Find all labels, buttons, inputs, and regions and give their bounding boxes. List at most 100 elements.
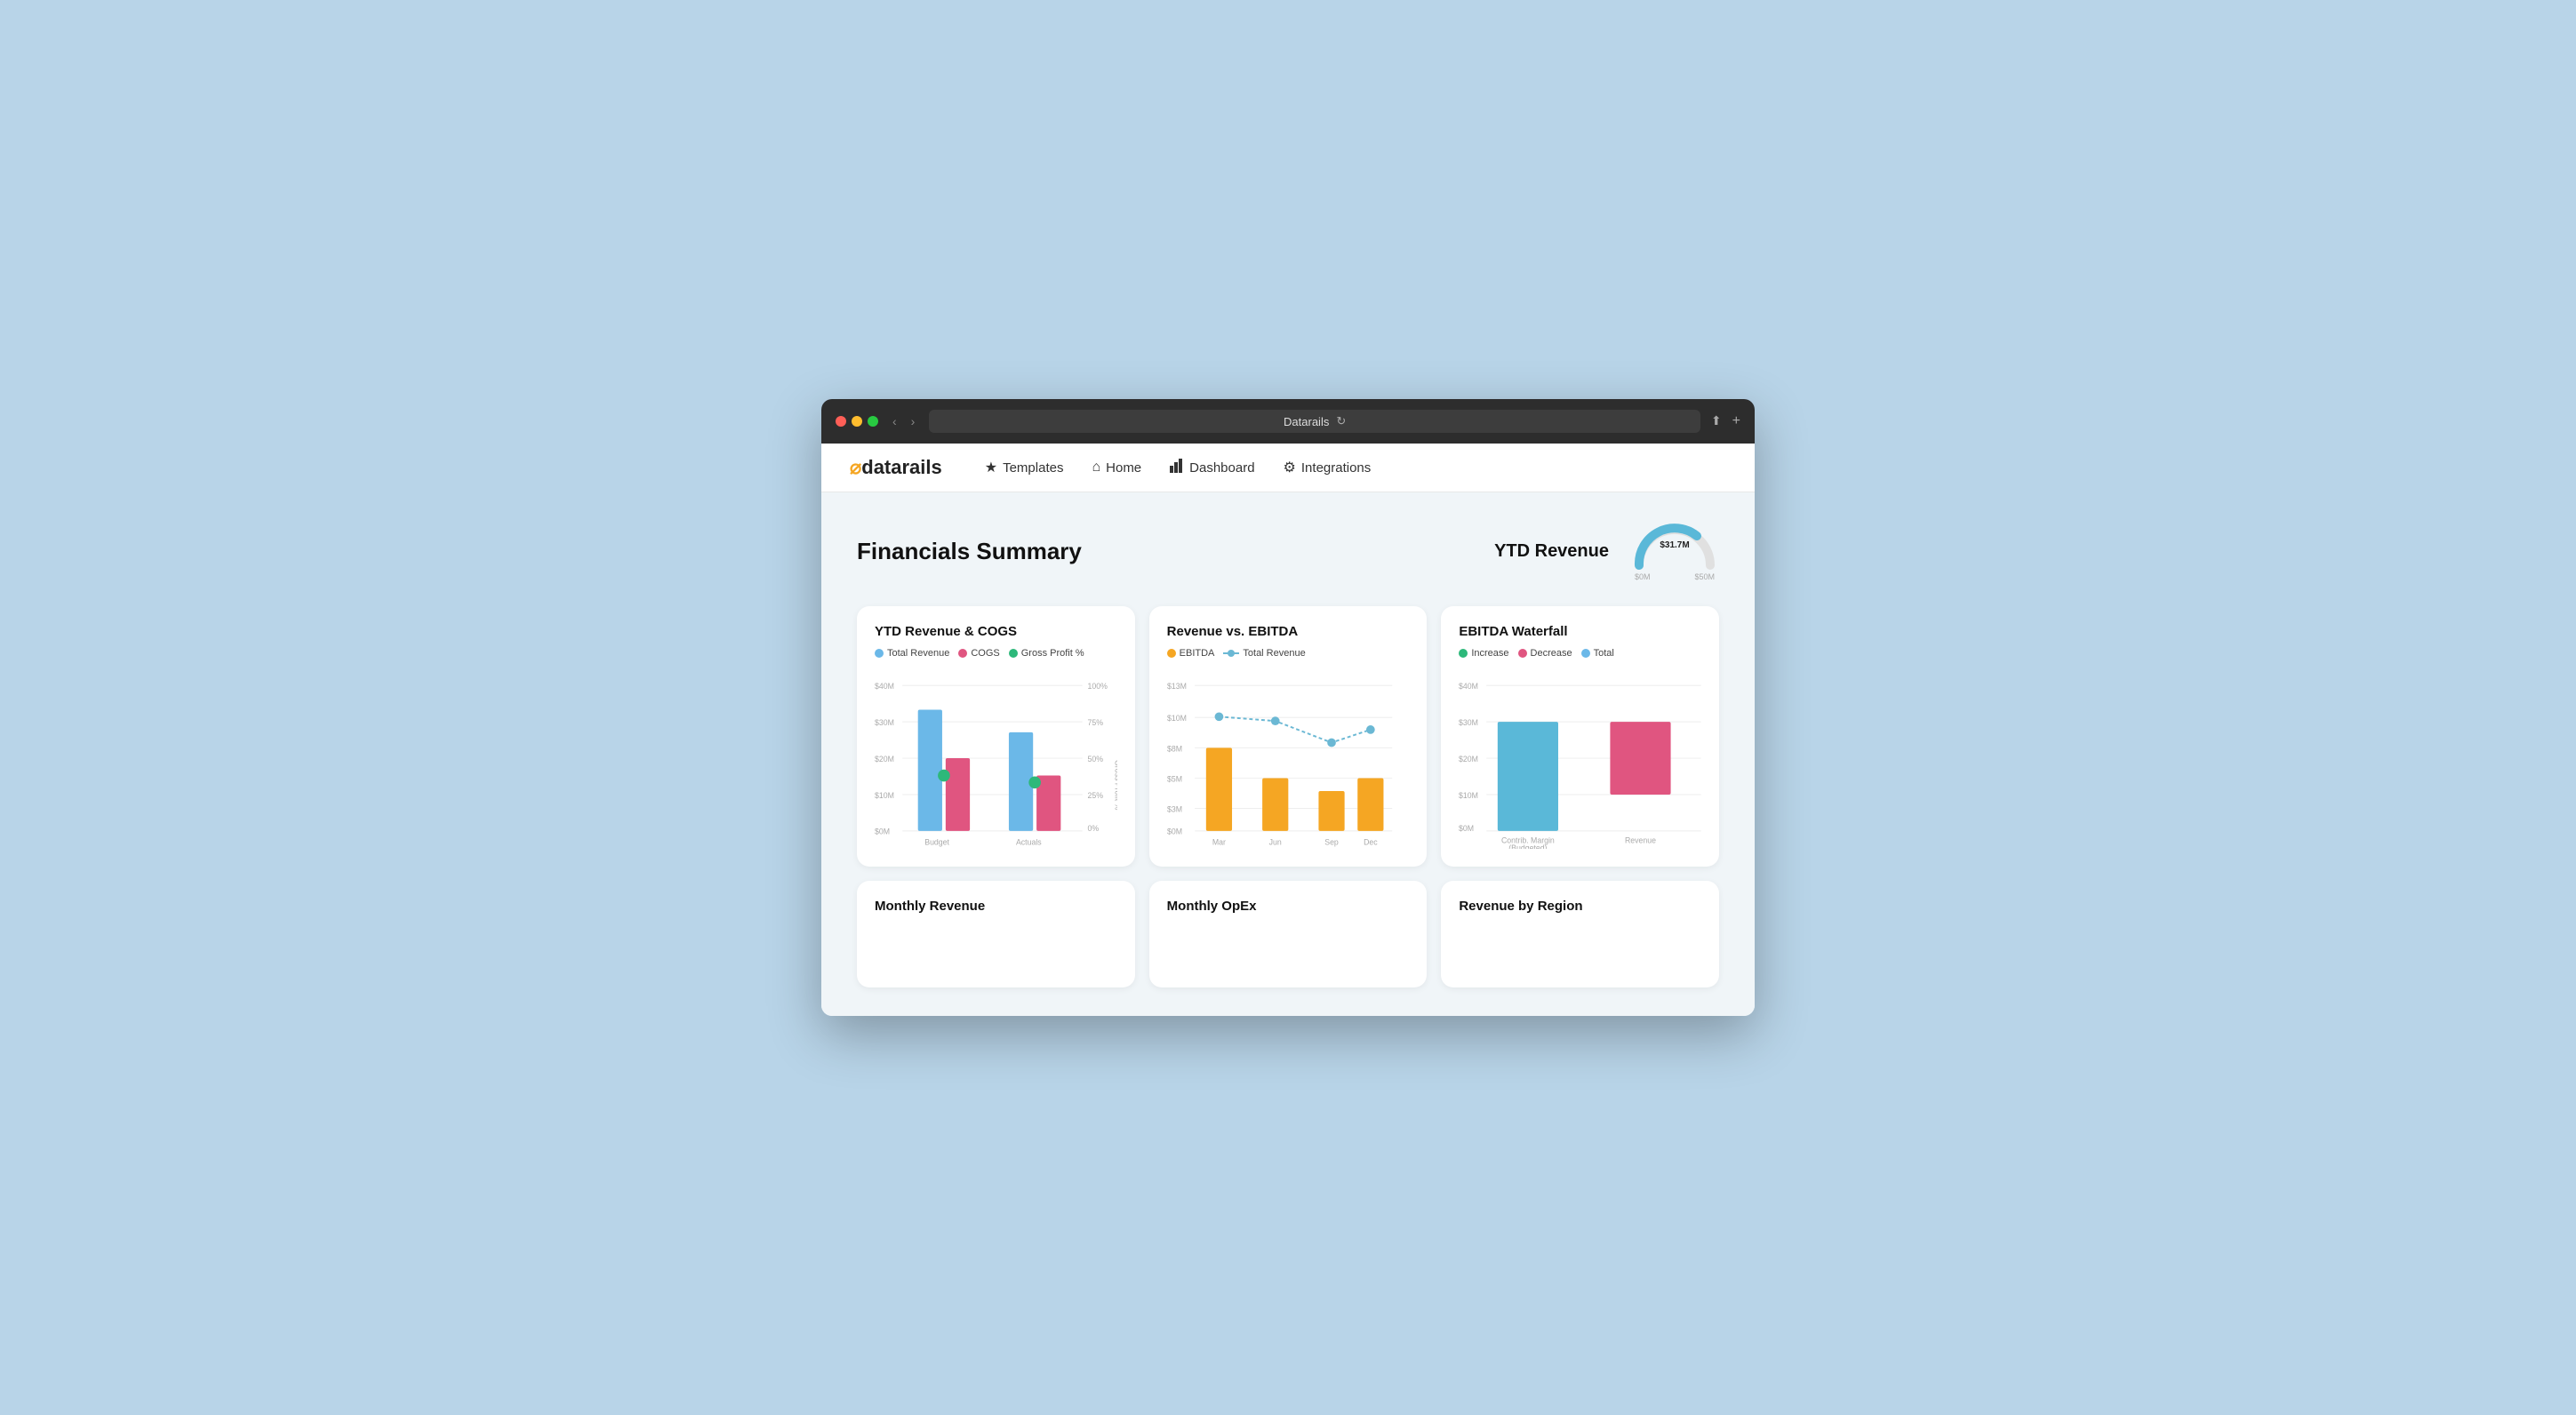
- page-url: Datarails: [1284, 415, 1329, 428]
- svg-text:$20M: $20M: [875, 755, 894, 763]
- legend-dot-total: [1581, 649, 1590, 658]
- svg-text:Dec: Dec: [1364, 837, 1378, 846]
- legend-label-total-rev: Total Revenue: [1243, 648, 1305, 659]
- legend-label-gp: Gross Profit %: [1021, 648, 1084, 659]
- svg-text:Mar: Mar: [1212, 837, 1226, 846]
- reload-icon[interactable]: ↻: [1336, 414, 1346, 428]
- dot-budget-gp: [938, 770, 950, 782]
- chart-legend-waterfall: Increase Decrease Total: [1459, 648, 1701, 659]
- rev-svg: $13M $10M $8M $5M $3M $0M: [1167, 671, 1410, 849]
- address-bar[interactable]: Datarails ↻: [929, 410, 1700, 433]
- back-button[interactable]: ‹: [889, 412, 900, 430]
- svg-text:$30M: $30M: [1459, 718, 1478, 727]
- nav-templates-label: Templates: [1003, 460, 1063, 476]
- legend-label-total: Total: [1594, 648, 1614, 659]
- svg-text:Jun: Jun: [1268, 837, 1281, 846]
- dashboard-icon: [1170, 459, 1184, 477]
- chart-title-waterfall: EBITDA Waterfall: [1459, 624, 1701, 639]
- bottom-charts: Monthly Revenue Monthly OpEx Revenue by …: [857, 881, 1719, 987]
- chart-title-ytd: YTD Revenue & COGS: [875, 624, 1117, 639]
- nav-item-integrations[interactable]: ⚙ Integrations: [1284, 459, 1372, 476]
- card-monthly-revenue: Monthly Revenue: [857, 881, 1135, 987]
- nav-dashboard-label: Dashboard: [1189, 460, 1254, 476]
- bar-jun-ebitda: [1262, 778, 1288, 830]
- legend-dot-revenue: [875, 649, 884, 658]
- legend-line-rev: [1223, 652, 1239, 654]
- nav-item-dashboard[interactable]: Dashboard: [1170, 459, 1254, 477]
- gauge-container: $31.7M: [1630, 521, 1719, 571]
- legend-label-cogs: COGS: [971, 648, 999, 659]
- chart-title-rev: Revenue vs. EBITDA: [1167, 624, 1410, 639]
- gauge-max: $50M: [1694, 572, 1715, 581]
- legend-total-revenue: Total Revenue: [875, 648, 949, 659]
- legend-label-decrease: Decrease: [1531, 648, 1572, 659]
- legend-dot-decrease: [1518, 649, 1527, 658]
- ytd-svg: $40M $30M $20M $10M $0M 1: [875, 671, 1117, 849]
- nav-bar: ⌀datarails ★ Templates ⌂ Home Dashboard: [821, 444, 1755, 492]
- legend-gross-profit: Gross Profit %: [1009, 648, 1084, 659]
- svg-text:Budget: Budget: [924, 837, 949, 846]
- browser-dots: [836, 416, 878, 427]
- svg-text:$13M: $13M: [1167, 682, 1187, 691]
- svg-text:$40M: $40M: [875, 682, 894, 691]
- svg-text:$0M: $0M: [1459, 824, 1474, 833]
- svg-text:$10M: $10M: [1459, 791, 1478, 800]
- chart-revenue-ebitda: Revenue vs. EBITDA EBITDA Total Revenue: [1149, 606, 1428, 867]
- legend-cogs: COGS: [958, 648, 999, 659]
- legend-total: Total: [1581, 648, 1614, 659]
- close-button[interactable]: [836, 416, 846, 427]
- legend-decrease: Decrease: [1518, 648, 1572, 659]
- legend-increase: Increase: [1459, 648, 1508, 659]
- nav-item-home[interactable]: ⌂ Home: [1092, 460, 1141, 476]
- nav-integrations-label: Integrations: [1301, 460, 1371, 476]
- svg-text:$5M: $5M: [1167, 774, 1182, 783]
- nav-home-label: Home: [1106, 460, 1141, 476]
- svg-text:$0M: $0M: [1167, 827, 1182, 836]
- browser-chrome: ‹ › Datarails ↻ ⬆ +: [821, 399, 1755, 444]
- svg-text:$10M: $10M: [875, 791, 894, 800]
- svg-text:Sep: Sep: [1324, 837, 1339, 846]
- share-icon[interactable]: ⬆: [1711, 413, 1722, 429]
- svg-text:$0M: $0M: [875, 827, 890, 836]
- svg-text:$20M: $20M: [1459, 755, 1478, 763]
- svg-text:50%: 50%: [1088, 755, 1104, 763]
- page-header: Financials Summary YTD Revenue $31.7M: [857, 521, 1719, 581]
- svg-text:$40M: $40M: [1459, 682, 1478, 691]
- line-total-rev: [1219, 716, 1370, 742]
- svg-text:$8M: $8M: [1167, 744, 1182, 753]
- integrations-icon: ⚙: [1284, 459, 1296, 476]
- legend-ebitda: EBITDA: [1167, 648, 1215, 659]
- dot-dec-rev: [1366, 725, 1375, 734]
- forward-button[interactable]: ›: [908, 412, 919, 430]
- chart-legend-rev: EBITDA Total Revenue: [1167, 648, 1410, 659]
- legend-total-rev: Total Revenue: [1223, 648, 1305, 659]
- svg-text:$3M: $3M: [1167, 804, 1182, 813]
- new-tab-icon[interactable]: +: [1732, 413, 1740, 429]
- logo: ⌀datarails: [850, 456, 942, 479]
- bar-budget-cogs: [946, 758, 970, 831]
- maximize-button[interactable]: [868, 416, 878, 427]
- legend-label-revenue: Total Revenue: [887, 648, 949, 659]
- legend-label-ebitda: EBITDA: [1180, 648, 1215, 659]
- legend-label-increase: Increase: [1471, 648, 1508, 659]
- bar-contrib-margin: [1498, 722, 1558, 831]
- dot-sep-rev: [1327, 739, 1336, 747]
- legend-dot-increase: [1459, 649, 1468, 658]
- dot-jun-rev: [1271, 716, 1280, 725]
- ytd-section: YTD Revenue $31.7M $0M: [1494, 521, 1719, 581]
- legend-dot-cogs: [958, 649, 967, 658]
- svg-text:$10M: $10M: [1167, 714, 1187, 723]
- chart-ebitda-waterfall: EBITDA Waterfall Increase Decrease To: [1441, 606, 1719, 867]
- svg-text:0%: 0%: [1088, 824, 1100, 833]
- bottom-title-revenue-by-region: Revenue by Region: [1459, 899, 1701, 914]
- browser-window: ‹ › Datarails ↻ ⬆ + ⌀datarails ★ Templat…: [821, 399, 1755, 1016]
- app-container: ⌀datarails ★ Templates ⌂ Home Dashboard: [821, 444, 1755, 1016]
- minimize-button[interactable]: [852, 416, 862, 427]
- svg-text:Actuals: Actuals: [1016, 837, 1042, 846]
- nav-item-templates[interactable]: ★ Templates: [985, 459, 1064, 476]
- svg-text:100%: 100%: [1088, 682, 1108, 691]
- dot-actuals-gp: [1028, 777, 1041, 789]
- charts-grid: YTD Revenue & COGS Total Revenue COGS: [857, 606, 1719, 867]
- svg-text:(Budgeted): (Budgeted): [1509, 843, 1548, 849]
- star-icon: ★: [985, 459, 997, 476]
